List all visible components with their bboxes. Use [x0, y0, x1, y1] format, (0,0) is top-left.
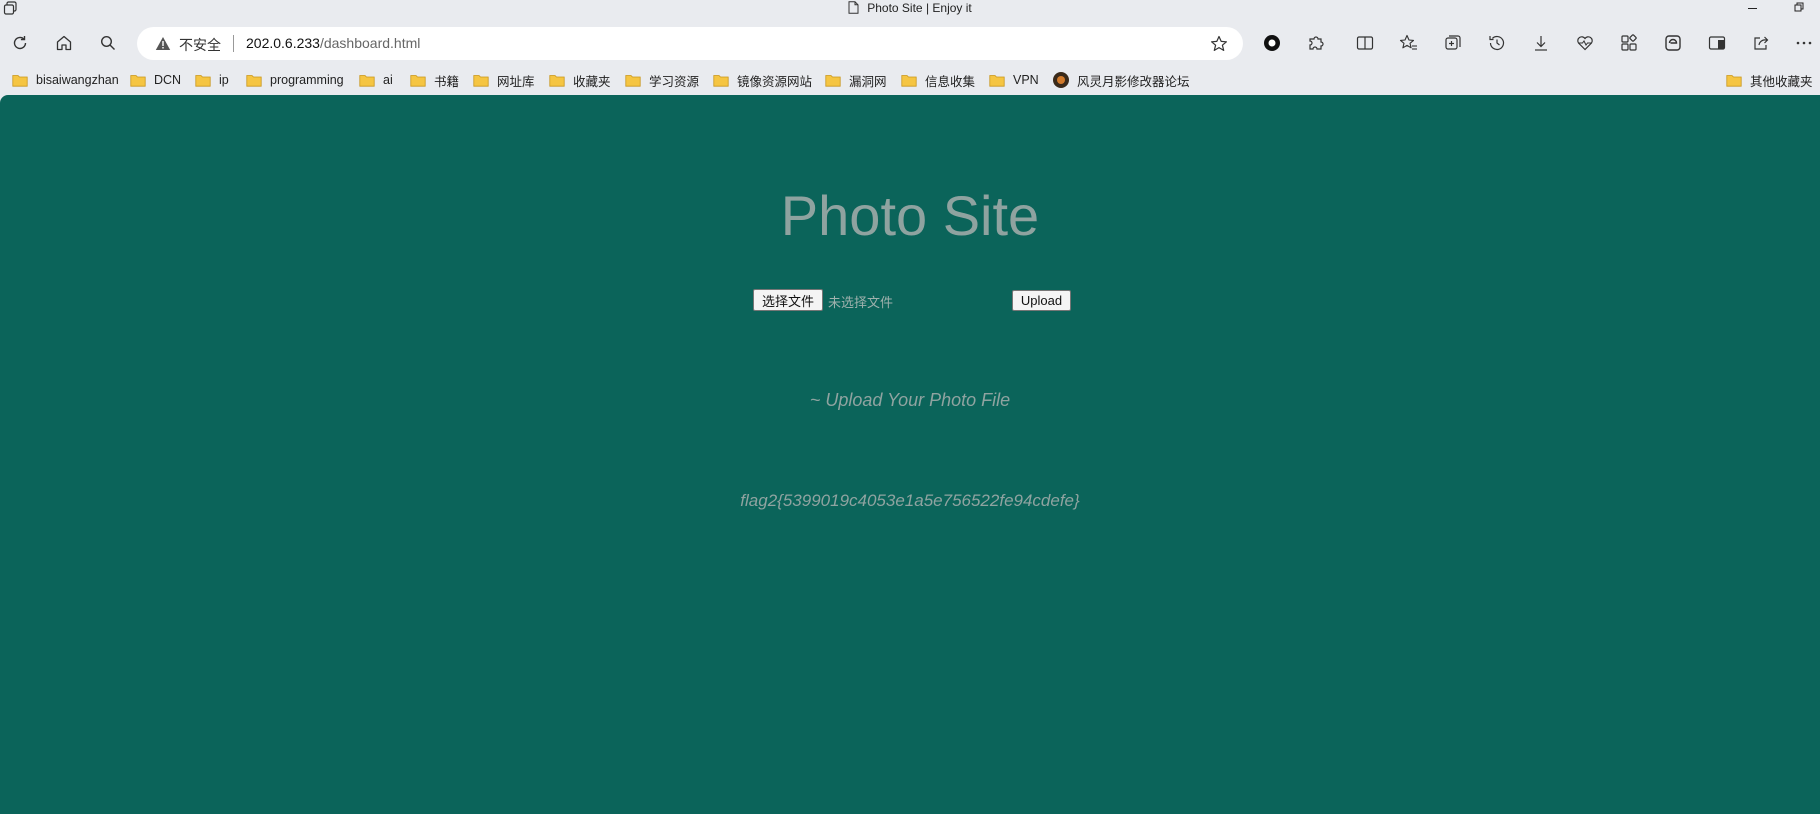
share-button[interactable] [1749, 31, 1773, 55]
home-icon [56, 35, 72, 51]
folder-icon [359, 74, 375, 87]
address-bar[interactable]: 不安全 202.0.6.233/dashboard.html [137, 27, 1243, 60]
folder-icon [901, 74, 917, 87]
upload-button[interactable]: Upload [1012, 290, 1071, 311]
folder-icon [625, 74, 641, 87]
page-title: Photo Site [780, 184, 1040, 247]
folder-icon [473, 74, 489, 87]
folder-icon [989, 74, 1005, 87]
folder-icon [549, 74, 565, 87]
bookmark-ip[interactable]: ip [195, 69, 229, 91]
apps-button[interactable] [1617, 31, 1641, 55]
search-button[interactable] [96, 31, 120, 55]
bookmark-vpn[interactable]: VPN [989, 69, 1039, 91]
choose-file-button[interactable]: 选择文件 [753, 289, 823, 311]
bookmark-url-library[interactable]: 网址库 [473, 69, 535, 91]
search-icon [100, 35, 115, 50]
sidebar-icon [1708, 36, 1726, 50]
folder-icon [713, 74, 729, 87]
folder-icon [410, 74, 426, 87]
puzzle-icon [1309, 36, 1324, 50]
sidebar-button[interactable] [1705, 31, 1729, 55]
window-title: Photo Site | Enjoy it [0, 1, 1820, 15]
folder-icon [12, 74, 28, 87]
home-button[interactable] [52, 31, 76, 55]
url-path: /dashboard.html [319, 35, 421, 51]
more-button[interactable] [1792, 31, 1816, 55]
warning-icon[interactable] [155, 36, 171, 51]
more-icon [1796, 41, 1812, 45]
page-icon [848, 1, 859, 14]
page-viewport: Photo Site 选择文件 未选择文件 Upload ~ Upload Yo… [0, 95, 1820, 814]
extension-button[interactable] [1260, 31, 1284, 55]
health-button[interactable] [1573, 31, 1597, 55]
refresh-icon [13, 36, 27, 50]
split-screen-icon [1356, 36, 1374, 50]
history-button[interactable] [1485, 31, 1509, 55]
download-icon [1535, 36, 1547, 51]
bookmark-learning-resources[interactable]: 学习资源 [625, 69, 699, 91]
record-icon [1264, 35, 1280, 51]
tab-title: Photo Site | Enjoy it [867, 1, 972, 15]
url-host: 202.0.6.233 [246, 35, 320, 51]
bookmark-mirror-sites[interactable]: 镜像资源网站 [713, 69, 812, 91]
bookmark-forum[interactable]: 风灵月影修改器论坛 [1053, 69, 1190, 91]
minimize-icon[interactable] [1738, 0, 1768, 17]
folder-icon [130, 74, 146, 87]
bookmark-info-gathering[interactable]: 信息收集 [901, 69, 975, 91]
apps-icon [1621, 34, 1637, 51]
site-icon [1053, 72, 1069, 88]
bookmarks-bar: bisaiwangzhan DCN ip programming ai 书籍 网… [0, 66, 1820, 94]
favorites-icon [1399, 34, 1417, 50]
browser-essentials-icon [1665, 35, 1681, 51]
folder-icon [246, 74, 262, 87]
history-icon [1489, 35, 1505, 51]
bookmark-bisaiwangzhan[interactable]: bisaiwangzhan [12, 69, 119, 91]
bookmark-other-favorites[interactable]: 其他收藏夹 [1726, 69, 1813, 91]
downloads-button[interactable] [1529, 31, 1553, 55]
folder-icon [1726, 74, 1742, 87]
favorite-star-icon[interactable] [1209, 34, 1229, 54]
heart-pulse-icon [1577, 36, 1593, 51]
file-status: 未选择文件 [828, 295, 894, 310]
flag-text: flag2{5399019c4053e1a5e756522fe94cdefe} [740, 491, 1080, 510]
bookmark-programming[interactable]: programming [246, 69, 344, 91]
bookmark-ai[interactable]: ai [359, 69, 393, 91]
bookmark-dcn[interactable]: DCN [130, 69, 181, 91]
folder-icon [195, 74, 211, 87]
collections-button[interactable] [1441, 31, 1465, 55]
edge-extension-button[interactable] [1661, 31, 1685, 55]
bookmark-favorites[interactable]: 收藏夹 [549, 69, 611, 91]
bookmark-vulnerabilities[interactable]: 漏洞网 [825, 69, 887, 91]
security-status[interactable]: 不安全 [179, 35, 221, 55]
favorites-button[interactable] [1397, 31, 1421, 55]
restore-icon[interactable] [1783, 0, 1813, 17]
split-screen-button[interactable] [1353, 31, 1377, 55]
url-text[interactable]: 202.0.6.233/dashboard.html [246, 35, 420, 51]
extensions-button[interactable] [1304, 31, 1328, 55]
title-bar: Photo Site | Enjoy it [0, 0, 1820, 17]
folder-icon [825, 74, 841, 87]
browser-toolbar: 不安全 202.0.6.233/dashboard.html [0, 18, 1820, 68]
collections-icon [1445, 35, 1461, 50]
refresh-button[interactable] [8, 31, 32, 55]
bookmark-books[interactable]: 书籍 [410, 69, 459, 91]
address-divider [233, 35, 234, 52]
share-icon [1754, 36, 1769, 50]
upload-tagline: ~ Upload Your Photo File [809, 390, 1011, 410]
